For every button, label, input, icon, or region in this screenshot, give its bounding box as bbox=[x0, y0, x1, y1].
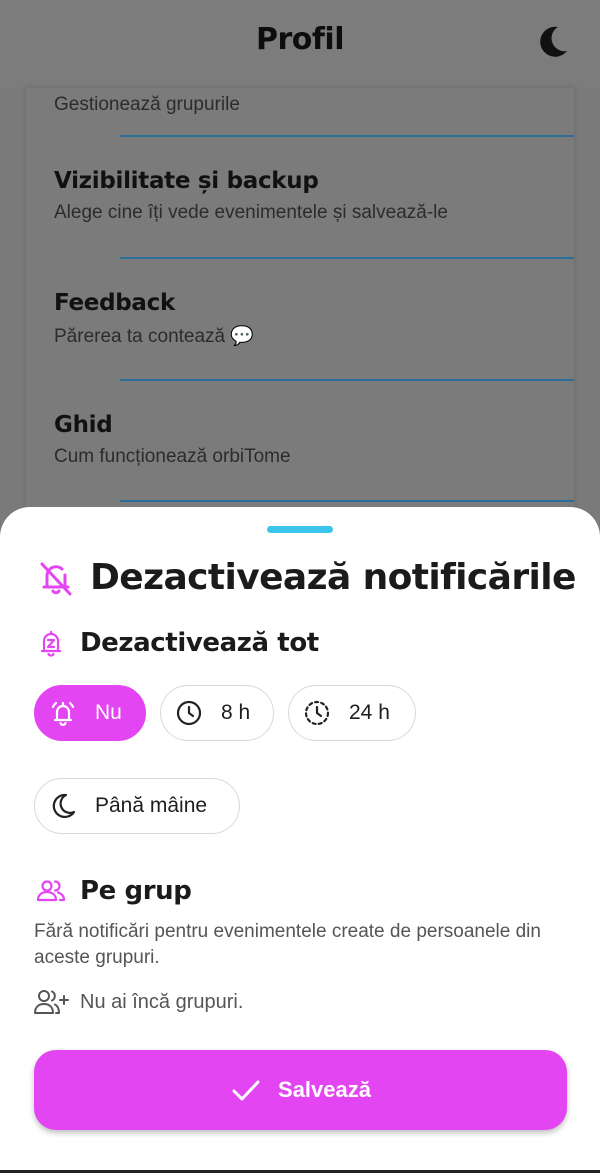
app-bar: Profil bbox=[0, 0, 600, 88]
chip-label: 24 h bbox=[349, 701, 390, 724]
sheet-title: Dezactivează notificările bbox=[90, 557, 576, 598]
chip-label: 8 h bbox=[221, 701, 251, 724]
chip-label: Nu bbox=[95, 701, 122, 724]
menu-item-guide[interactable]: Ghid Cum funcționează orbiTome bbox=[54, 412, 574, 468]
menu-item-subtitle: Părerea ta contează 💬 bbox=[54, 326, 255, 347]
mute-option-24h[interactable]: 24 h bbox=[288, 685, 416, 741]
moon-icon bbox=[52, 793, 76, 819]
profile-menu: Gestionează grupurile Vizibilitate și ba… bbox=[26, 88, 574, 518]
menu-item-visibility-backup[interactable]: Vizibilitate și backup Alege cine îți ve… bbox=[54, 168, 574, 224]
menu-item-feedback[interactable]: Feedback Părerea ta contează 💬 bbox=[54, 290, 574, 348]
mute-option-8h[interactable]: 8 h bbox=[160, 685, 274, 741]
add-person-icon bbox=[34, 990, 69, 1014]
mute-all-section-header: Dezactivează tot bbox=[36, 628, 319, 658]
divider bbox=[120, 379, 574, 381]
menu-item-subtitle: Gestionează grupurile bbox=[54, 94, 240, 115]
save-button[interactable]: Salvează bbox=[34, 1050, 567, 1130]
menu-item-groups[interactable]: Gestionează grupurile bbox=[54, 86, 574, 116]
clock-icon bbox=[176, 700, 202, 726]
group-icon bbox=[36, 880, 66, 902]
menu-item-title: Vizibilitate și backup bbox=[54, 168, 319, 194]
drag-handle[interactable] bbox=[267, 526, 333, 533]
menu-item-title: Feedback bbox=[54, 290, 175, 316]
mute-option-no[interactable]: Nu bbox=[34, 685, 146, 741]
chip-label: Până mâine bbox=[95, 794, 208, 817]
divider bbox=[120, 500, 574, 502]
mute-notifications-sheet: Dezactivează notificările Dezactivează t… bbox=[0, 507, 600, 1173]
menu-item-subtitle: Alege cine îți vede evenimentele și salv… bbox=[54, 202, 448, 223]
clock-dashed-icon bbox=[304, 700, 330, 726]
section-title: Dezactivează tot bbox=[80, 628, 319, 658]
menu-item-title: Ghid bbox=[54, 412, 113, 438]
no-groups-row: Nu ai încă grupuri. bbox=[34, 987, 243, 1017]
divider bbox=[120, 257, 574, 259]
save-label: Salvează bbox=[278, 1077, 371, 1102]
menu-item-subtitle: Cum funcționează orbiTome bbox=[54, 446, 291, 467]
section-title: Pe grup bbox=[80, 876, 192, 906]
moon-icon[interactable] bbox=[534, 24, 570, 60]
bell-ring-icon bbox=[51, 701, 75, 726]
sheet-header: Dezactivează notificările bbox=[36, 557, 576, 598]
per-group-section-header: Pe grup bbox=[36, 876, 192, 906]
divider bbox=[120, 135, 574, 137]
bell-off-icon bbox=[40, 562, 72, 595]
page-title: Profil bbox=[255, 22, 345, 57]
per-group-description: Fără notificări pentru evenimentele crea… bbox=[34, 921, 541, 968]
bell-z-icon bbox=[40, 630, 62, 657]
check-icon bbox=[232, 1080, 260, 1101]
mute-option-until-tomorrow[interactable]: Până mâine bbox=[34, 778, 240, 834]
no-groups-text: Nu ai încă grupuri. bbox=[80, 990, 244, 1013]
